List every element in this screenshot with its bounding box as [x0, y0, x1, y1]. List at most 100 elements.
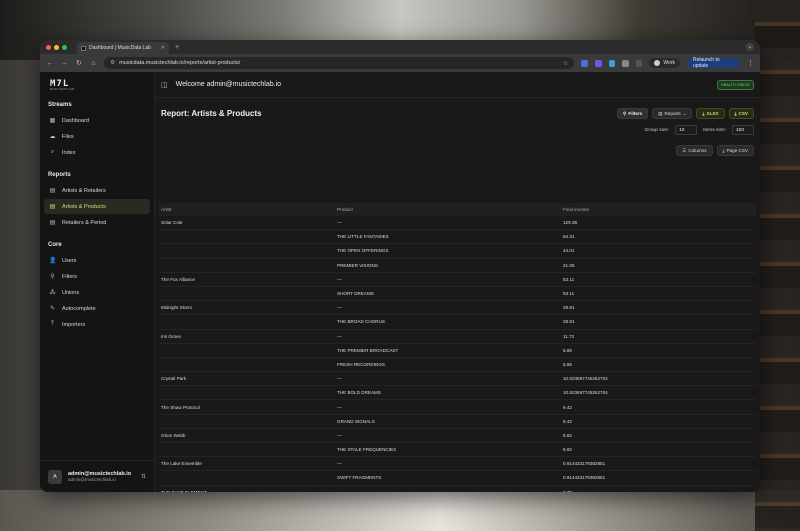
maximize-window-button[interactable]: [62, 44, 67, 50]
artist-cell: THE ZANE ELEMENT: [159, 490, 337, 492]
chevron-updown-icon[interactable]: ⇅: [141, 473, 146, 480]
product-cell: —: [337, 220, 342, 226]
items-size-input[interactable]: 100: [732, 125, 754, 135]
product-cell: THE STALE FREQUENCIES: [337, 447, 397, 453]
sidebar-item-dashboard[interactable]: ▦ Dashboard: [44, 113, 150, 128]
product-cell: —: [337, 333, 342, 339]
sidebar-item-users[interactable]: 👤 Users: [44, 253, 150, 268]
table-row: The Lake Ensemble — 0.914433179382851: [159, 457, 756, 472]
sidebar-nav: Streams ▦ Dashboard ☁ Files ⌕ Index Reports ▤ Art…: [40, 102, 154, 332]
report-table: Artist Product Final income Solar Cole — 1…: [159, 203, 756, 492]
artist-cell: Orion Webb: [161, 432, 186, 438]
tab-search-button[interactable]: ⌄: [746, 43, 754, 51]
columns-icon: ☰: [682, 147, 687, 153]
columns-label: Columns: [688, 148, 707, 153]
product-cell: THE BROAD CHORUS: [337, 319, 385, 325]
sidebar-item-filters[interactable]: ⚲ Filters: [44, 269, 150, 284]
artist-cell: Crystal Park: [161, 376, 187, 382]
product-cell: —: [337, 490, 563, 492]
product-cell: —: [337, 404, 342, 410]
new-tab-button[interactable]: +: [175, 44, 179, 51]
favicon-icon: [81, 45, 86, 51]
grid-icon: ▦: [49, 118, 56, 124]
health-check-badge[interactable]: HEALTH CHECK: [716, 79, 754, 90]
column-header-product[interactable]: Product: [337, 207, 563, 212]
filters-button[interactable]: ⚲ Filters: [617, 108, 649, 119]
sidebar-item-label: Retailers & Period: [62, 219, 107, 226]
home-icon[interactable]: ⌂: [90, 60, 98, 67]
sidebar-item-importers[interactable]: ⤒ Importers: [44, 317, 150, 332]
sidebar-item-label: Index: [62, 149, 76, 156]
sidebar-item-label: Autocomplete: [62, 305, 96, 312]
extension-icon[interactable]: [622, 59, 629, 67]
xlsx-button[interactable]: ⤓ XLSX: [696, 108, 725, 119]
sidebar-item-artists-retailers[interactable]: ▤ Artists & Retailers: [44, 183, 150, 198]
sidebar-item-autocomplete[interactable]: ✎ Autocomplete: [44, 301, 150, 316]
reload-icon[interactable]: ↻: [75, 59, 83, 67]
table-row: SHORT DREAMS 53.11: [159, 287, 756, 302]
table-icon: ▤: [49, 220, 56, 226]
forward-icon[interactable]: →: [61, 60, 69, 67]
table-row: The Fox Alliance — 53.11: [159, 273, 756, 287]
artist-cell: Iris Grove: [161, 333, 181, 339]
reports-dropdown[interactable]: ▤ Reports ⌄: [652, 108, 693, 119]
site-info-icon[interactable]: ⚙: [110, 60, 115, 66]
sidebar-item-unions[interactable]: ⁂ Unions: [44, 285, 150, 300]
logo[interactable]: M7L MUSICTECH LAB: [40, 72, 154, 92]
column-header-artist[interactable]: Artist: [159, 207, 337, 212]
group-size-input[interactable]: 10: [675, 125, 698, 135]
main-content: ◫ Welcome admin@musictechlab.io HEALTH C…: [155, 72, 760, 492]
final-income-cell: 0.78: [563, 490, 756, 492]
product-cell: THE BOLD DREAMS: [337, 390, 381, 396]
sidebar-item-retailers-period[interactable]: ▤ Retailers & Period: [44, 215, 150, 230]
columns-button[interactable]: ☰ Columns: [676, 145, 713, 156]
user-menu[interactable]: A admin@musictechlab.io admin@musictechl…: [40, 460, 154, 492]
page-csv-button[interactable]: ⤓ Page CSV: [716, 145, 754, 156]
csv-label: CSV: [738, 111, 748, 116]
sidebar-toggle-icon[interactable]: ◫: [161, 81, 168, 89]
extensions-puzzle-icon[interactable]: [635, 59, 643, 67]
table-tools: ☰ Columns ⤓ Page CSV: [155, 145, 760, 156]
back-icon[interactable]: ←: [46, 60, 54, 67]
tab-bar: Dashboard | MusicData Lab ✕ + ⌄: [40, 40, 760, 54]
artist-cell: Solar Cole: [161, 220, 183, 226]
profile-button[interactable]: Work: [649, 58, 680, 68]
extension-icon[interactable]: [594, 59, 602, 67]
profile-avatar-icon: [654, 60, 661, 66]
browser-menu-icon[interactable]: ⋮: [747, 59, 754, 67]
close-tab-icon[interactable]: ✕: [161, 45, 165, 51]
sidebar-item-files[interactable]: ☁ Files: [44, 129, 150, 144]
extension-icon[interactable]: [608, 59, 616, 67]
csv-button[interactable]: ⤓ CSV: [728, 108, 754, 119]
product-cell: —: [337, 461, 342, 467]
sidebar-item-label: Dashboard: [62, 117, 89, 124]
top-bar: ◫ Welcome admin@musictechlab.io HEALTH C…: [155, 72, 760, 98]
sidebar-item-artists-products[interactable]: ▤ Artists & Products: [44, 199, 150, 214]
close-window-button[interactable]: [46, 44, 51, 50]
nav-section-title: Core: [48, 242, 62, 248]
final-income-cell: 10.823697745262704: [563, 390, 608, 396]
product-cell: —: [337, 305, 342, 311]
extension-icon[interactable]: [581, 59, 588, 67]
table-row: THE OPEN OFFERINGS 44.01: [159, 244, 756, 259]
relaunch-button[interactable]: Relaunch to update: [686, 57, 740, 69]
final-income-cell: 44.01: [563, 248, 575, 254]
browser-tab[interactable]: Dashboard | MusicData Lab ✕: [77, 42, 169, 54]
sidebar-item-index[interactable]: ⌕ Index: [44, 145, 150, 160]
logo-mark: M7L: [50, 79, 70, 89]
column-header-final-income[interactable]: Final income: [563, 207, 756, 212]
welcome-text: Welcome admin@musictechlab.io: [175, 81, 282, 88]
product-cell: —: [337, 432, 342, 438]
final-income-cell: 28.81: [563, 305, 575, 311]
final-income-cell: 10.823697745262704: [563, 376, 608, 382]
sidebar-item-label: Filters: [62, 273, 77, 280]
minimize-window-button[interactable]: [54, 44, 59, 50]
url-field[interactable]: ⚙ musicdata.musictechlab.io/reports/arti…: [104, 57, 575, 69]
bookmark-star-icon[interactable]: ☆: [563, 60, 568, 67]
sidebar-item-label: Importers: [62, 321, 86, 328]
product-cell: SWIFT FRAGMENTS: [337, 475, 382, 481]
filter-icon: ⚲: [50, 274, 55, 280]
filters-label: Filters: [628, 111, 643, 116]
bookshelf-background: [755, 0, 800, 531]
size-controls: Group size: 10 Items size: 100: [155, 125, 760, 135]
